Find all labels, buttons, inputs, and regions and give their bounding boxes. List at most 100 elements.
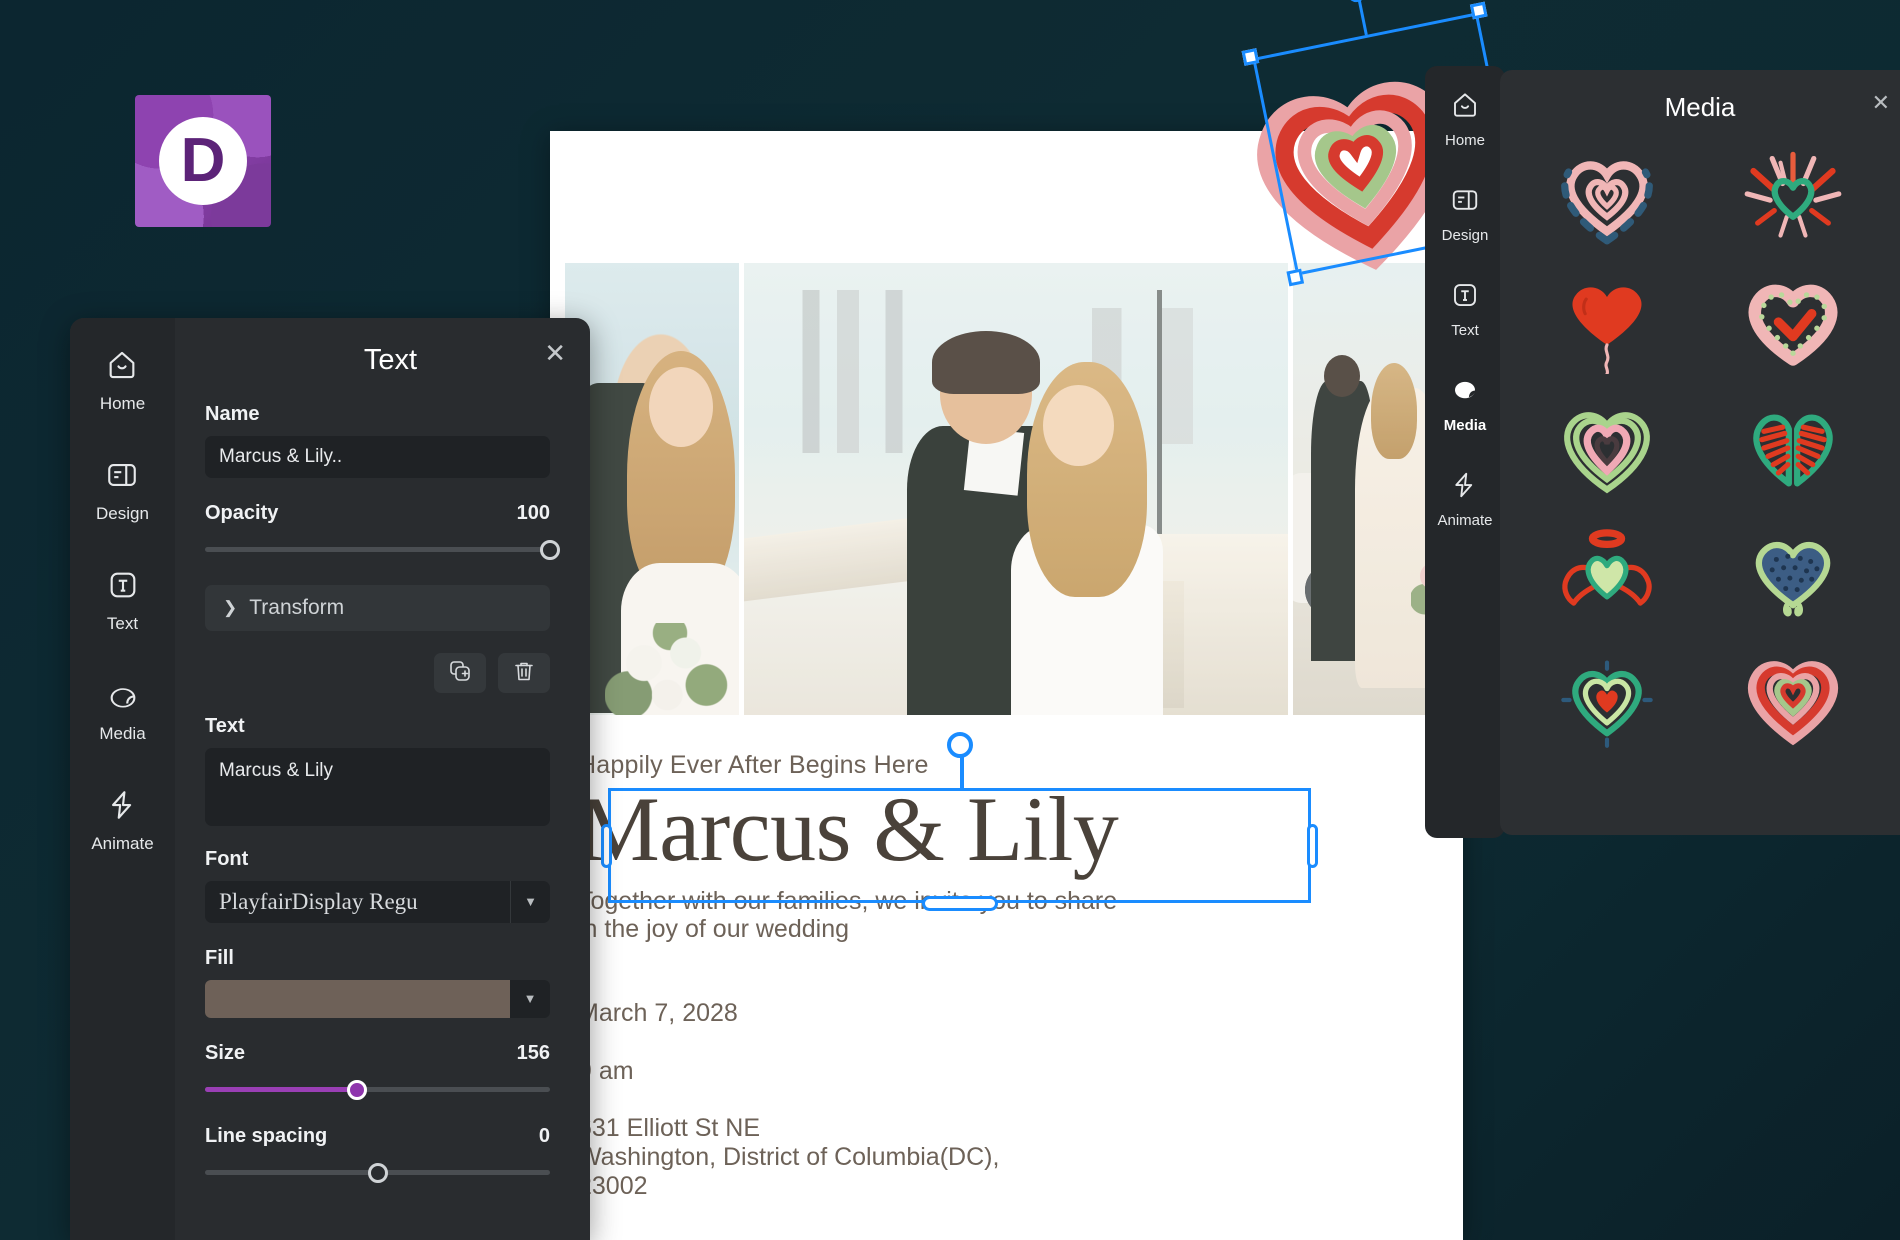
opacity-label: Opacity — [205, 502, 278, 525]
heart-balloon-sticker[interactable] — [1514, 261, 1700, 383]
duplicate-button[interactable] — [434, 653, 486, 693]
text-rotate-handle[interactable] — [947, 732, 973, 758]
sidebar-item-media[interactable]: Media — [99, 678, 145, 744]
chevron-down-icon[interactable]: ▼ — [510, 980, 550, 1018]
text-icon — [1450, 280, 1480, 315]
sidebar-label: Home — [100, 394, 145, 414]
font-select[interactable]: PlayfairDisplay Regu ▼ — [205, 881, 550, 923]
left-nav-rail: Home Design Text — [70, 318, 175, 1240]
size-row: Size 156 — [205, 1042, 550, 1065]
text-selection-frame[interactable] — [608, 788, 1311, 903]
line-spacing-label: Line spacing — [205, 1125, 327, 1148]
transform-section-toggle[interactable]: ❯ Transform — [205, 585, 550, 631]
app-logo-letter: D — [159, 117, 247, 205]
right-sidebar-item-media[interactable]: Media — [1444, 375, 1487, 434]
sidebar-label: Home — [1445, 132, 1485, 149]
sidebar-item-home[interactable]: Home — [100, 348, 145, 414]
close-icon[interactable]: ✕ — [1872, 90, 1890, 116]
detail-line: 9 am — [578, 1057, 1198, 1086]
heart-dotted-lace-sticker[interactable] — [1700, 261, 1886, 383]
detail-line: Washington, District of Columbia(DC), — [578, 1143, 1198, 1172]
line-spacing-slider[interactable] — [205, 1158, 550, 1186]
photo-bride-laughing[interactable] — [565, 263, 739, 715]
name-label: Name — [205, 403, 550, 426]
animate-icon — [1450, 470, 1480, 505]
media-icon — [106, 678, 140, 717]
media-panel: ✕ Media — [1500, 70, 1900, 835]
size-slider[interactable] — [205, 1075, 550, 1103]
resize-handle-bottom-left[interactable] — [1286, 269, 1304, 287]
detail-line: - — [578, 1086, 1198, 1115]
media-sticker-grid — [1500, 135, 1900, 761]
font-value: PlayfairDisplay Regu — [205, 889, 510, 915]
right-sidebar-item-design[interactable]: Design — [1442, 185, 1489, 244]
design-icon — [1450, 185, 1480, 220]
text-icon — [106, 568, 140, 607]
heart-dashed-outline-sticker[interactable] — [1514, 135, 1700, 257]
app-logo: D — [135, 95, 271, 227]
right-sidebar-item-animate[interactable]: Animate — [1437, 470, 1492, 529]
sidebar-label: Design — [96, 504, 149, 524]
heart-layered-green-sticker[interactable] — [1514, 387, 1700, 509]
sidebar-label: Animate — [1437, 512, 1492, 529]
font-label: Font — [205, 848, 550, 871]
text-label: Text — [205, 715, 550, 738]
opacity-row: Opacity 100 — [205, 502, 550, 525]
detail-line: - — [578, 1028, 1198, 1057]
right-nav-rail: Home Design Text Media — [1425, 66, 1505, 838]
sidebar-label: Design — [1442, 227, 1489, 244]
duplicate-icon — [448, 659, 472, 688]
heart-broken-scribble-sticker[interactable] — [1700, 387, 1886, 509]
design-canvas[interactable]: Happily Ever After Begins Here Marcus & … — [550, 131, 1463, 1240]
detail-line: 631 Elliott St NE — [578, 1114, 1198, 1143]
line-spacing-value: 0 — [539, 1125, 550, 1148]
text-resize-handle-bottom[interactable] — [922, 896, 998, 911]
object-actions — [205, 653, 550, 693]
right-sidebar-item-home[interactable]: Home — [1445, 90, 1485, 149]
heart-concentric-teal-sticker[interactable] — [1514, 639, 1700, 761]
detail-line: 23002 — [578, 1172, 1198, 1201]
chevron-down-icon: ▼ — [510, 881, 550, 923]
panel-body: ✕ Text Name Marcus & Lily.. Opacity 100 … — [175, 318, 590, 1240]
right-sidebar-item-text[interactable]: Text — [1450, 280, 1480, 339]
home-icon — [1450, 90, 1480, 125]
resize-handle-top-left[interactable] — [1242, 48, 1260, 66]
heart-radiating-sticker[interactable] — [1700, 135, 1886, 257]
opacity-value: 100 — [517, 502, 550, 525]
text-resize-handle-right[interactable] — [1307, 824, 1318, 868]
resize-handle-top-right[interactable] — [1470, 2, 1488, 20]
invitation-eyebrow[interactable]: Happily Ever After Begins Here — [578, 751, 1198, 780]
heart-polka-dot-blue-sticker[interactable] — [1700, 513, 1886, 635]
text-input[interactable]: Marcus & Lily — [205, 748, 550, 826]
transform-label: Transform — [249, 596, 344, 620]
fill-swatch[interactable] — [205, 980, 510, 1018]
chevron-right-icon: ❯ — [223, 598, 237, 618]
size-value: 156 — [517, 1042, 550, 1065]
opacity-slider[interactable] — [205, 535, 550, 563]
line-spacing-row: Line spacing 0 — [205, 1125, 550, 1148]
media-panel-title: Media — [1500, 92, 1900, 123]
close-icon[interactable]: ✕ — [544, 340, 566, 366]
media-icon — [1450, 375, 1480, 410]
heart-concentric-pink-sticker[interactable] — [1700, 639, 1886, 761]
photo-strip — [565, 263, 1463, 715]
page-title: Text — [231, 344, 550, 377]
sidebar-item-text[interactable]: Text — [106, 568, 140, 634]
text-resize-handle-left[interactable] — [601, 824, 612, 868]
fill-color-picker[interactable]: ▼ — [205, 980, 550, 1018]
design-icon — [105, 458, 139, 497]
name-input[interactable]: Marcus & Lily.. — [205, 436, 550, 478]
rotate-handle[interactable] — [1346, 0, 1367, 4]
text-properties-panel: Home Design Text — [70, 318, 590, 1240]
invitation-details[interactable]: March 7, 2028 - 9 am - 631 Elliott St NE… — [578, 999, 1198, 1200]
sidebar-label: Text — [1451, 322, 1479, 339]
trash-icon — [512, 659, 536, 688]
sidebar-item-animate[interactable]: Animate — [91, 788, 153, 854]
heart-angel-wings-sticker[interactable] — [1514, 513, 1700, 635]
photo-couple-bridge[interactable] — [744, 263, 1288, 715]
size-label: Size — [205, 1042, 245, 1065]
sidebar-label: Media — [1444, 417, 1487, 434]
sidebar-item-design[interactable]: Design — [96, 458, 149, 524]
fill-label: Fill — [205, 947, 550, 970]
delete-button[interactable] — [498, 653, 550, 693]
